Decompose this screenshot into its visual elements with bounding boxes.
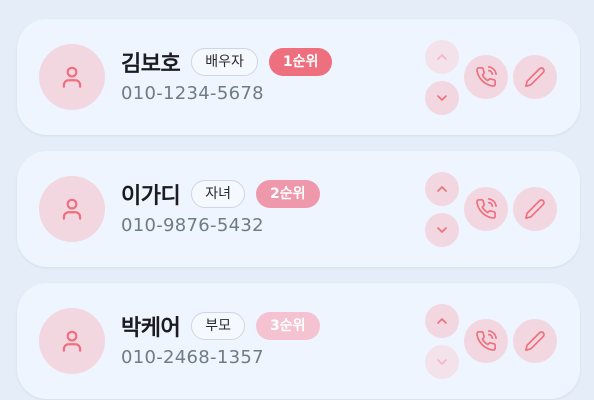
person-icon bbox=[62, 66, 82, 88]
contact-name: 김보호 bbox=[121, 52, 181, 77]
person-icon bbox=[62, 330, 82, 352]
pencil-icon bbox=[525, 199, 545, 219]
pencil-icon bbox=[525, 331, 545, 351]
call-button[interactable] bbox=[464, 55, 508, 99]
contact-name: 이가디 bbox=[121, 184, 181, 209]
pencil-icon bbox=[525, 67, 545, 87]
edit-button[interactable] bbox=[513, 55, 557, 99]
move-up-button[interactable] bbox=[425, 304, 459, 338]
phone-call-icon bbox=[476, 198, 497, 219]
phone-number: 010-1234-5678 bbox=[121, 83, 264, 104]
move-down-button[interactable] bbox=[425, 213, 459, 247]
call-button[interactable] bbox=[464, 319, 508, 363]
reorder-controls bbox=[425, 40, 459, 116]
priority-badge: 2순위 bbox=[256, 180, 320, 208]
chevron-up-icon bbox=[437, 186, 447, 192]
person-icon bbox=[62, 198, 82, 220]
name-row: 김보호 배우자 1순위 bbox=[121, 47, 333, 77]
name-row: 이가디 자녀 2순위 bbox=[121, 179, 320, 209]
relation-badge: 배우자 bbox=[191, 48, 258, 76]
move-up-button[interactable] bbox=[425, 172, 459, 206]
phone-number: 010-2468-1357 bbox=[121, 347, 264, 368]
contact-card: 박케어 부모 3순위 010-2468-1357 bbox=[17, 283, 580, 399]
contact-card: 이가디 자녀 2순위 010-9876-5432 bbox=[17, 151, 580, 267]
contact-card: 김보호 배우자 1순위 010-1234-5678 bbox=[17, 19, 580, 135]
move-down-button[interactable] bbox=[425, 81, 459, 115]
reorder-controls bbox=[425, 304, 459, 380]
avatar bbox=[39, 44, 105, 110]
priority-badge: 3순위 bbox=[256, 312, 320, 340]
name-row: 박케어 부모 3순위 bbox=[121, 311, 320, 341]
call-button[interactable] bbox=[464, 187, 508, 231]
chevron-down-icon bbox=[437, 359, 447, 365]
reorder-controls bbox=[425, 172, 459, 248]
relation-badge: 부모 bbox=[191, 312, 245, 340]
edit-button[interactable] bbox=[513, 319, 557, 363]
edit-button[interactable] bbox=[513, 187, 557, 231]
chevron-up-icon bbox=[437, 54, 447, 60]
avatar bbox=[39, 308, 105, 374]
chevron-down-icon bbox=[437, 95, 447, 101]
move-up-button[interactable] bbox=[425, 40, 459, 74]
chevron-down-icon bbox=[437, 227, 447, 233]
phone-call-icon bbox=[476, 330, 497, 351]
contact-info: 박케어 부모 3순위 010-2468-1357 bbox=[121, 311, 320, 368]
contact-name: 박케어 bbox=[121, 316, 181, 341]
priority-badge: 1순위 bbox=[268, 48, 333, 76]
phone-call-icon bbox=[476, 66, 497, 87]
phone-number: 010-9876-5432 bbox=[121, 215, 264, 236]
relation-badge: 자녀 bbox=[191, 180, 245, 208]
contact-info: 이가디 자녀 2순위 010-9876-5432 bbox=[121, 179, 320, 236]
chevron-up-icon bbox=[437, 318, 447, 324]
avatar bbox=[39, 176, 105, 242]
move-down-button[interactable] bbox=[425, 345, 459, 379]
contact-info: 김보호 배우자 1순위 010-1234-5678 bbox=[121, 47, 333, 104]
